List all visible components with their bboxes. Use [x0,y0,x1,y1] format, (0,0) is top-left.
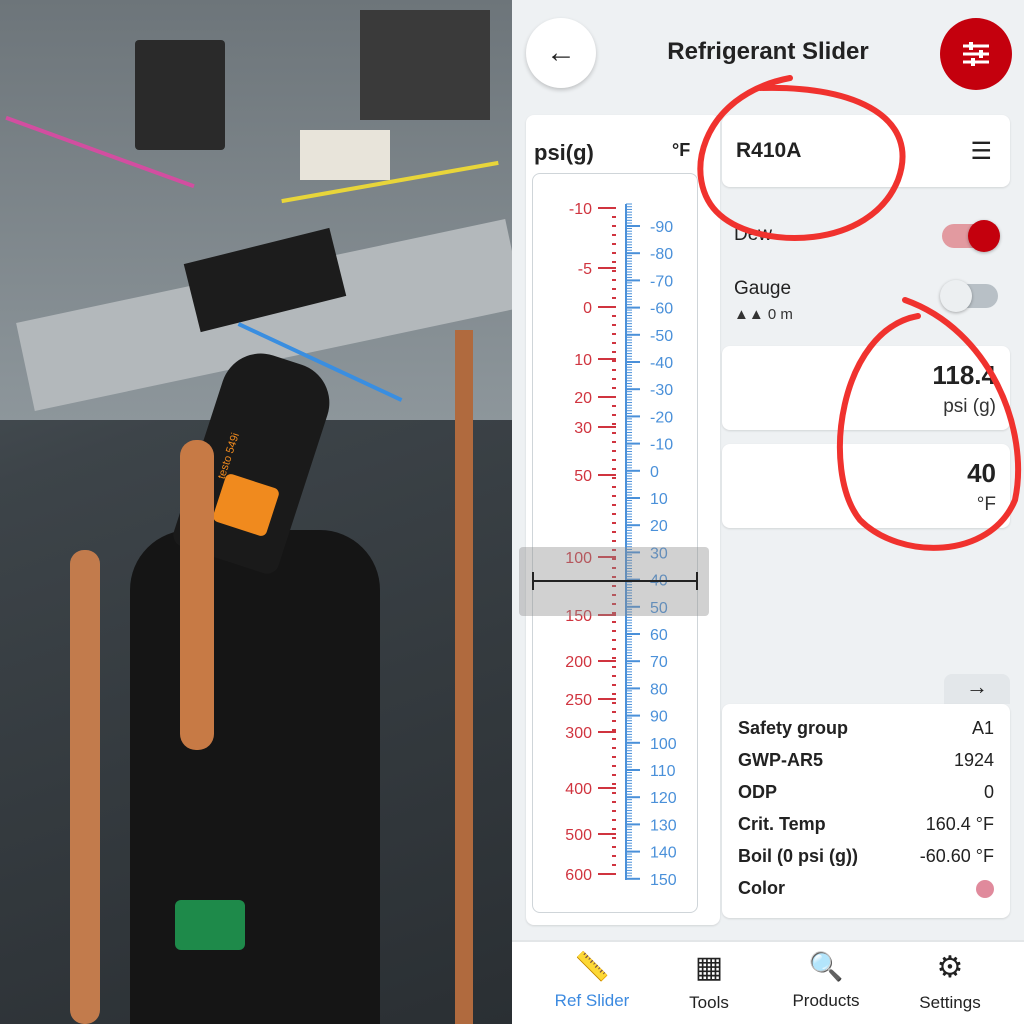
gauge-label: Gauge [734,278,792,299]
sliders-icon [963,42,989,66]
f-tick-label: 10 [650,491,668,508]
gear-icon: ⚙ [936,951,964,984]
dew-label: Dew [734,224,773,245]
nav-tools[interactable]: ▦ Tools [645,950,773,1013]
f-tick-label: 0 [650,464,659,481]
f-tick-label: 100 [650,736,677,753]
psi-tick-label: 400 [565,781,592,798]
expand-button[interactable]: → [944,674,1010,704]
gauge-toggle[interactable] [940,280,998,312]
f-tick-label: -30 [650,382,673,399]
psi-tick-label: 600 [565,867,592,884]
altitude-value: 0 m [767,306,793,323]
info-value: 1924 [953,750,994,770]
nav-ref-slider[interactable]: 📏 Ref Slider [528,950,656,1011]
info-key: Boil (0 psi (g)) [738,846,858,866]
info-row: Boil (0 psi (g)) -60.60 °F [738,846,994,867]
nav-products[interactable]: 🔍 Products [762,950,890,1011]
f-tick-label: 60 [650,627,668,644]
info-key: Color [738,878,785,898]
info-row: Crit. Temp 160.4 °F [738,814,994,835]
psi-tick-label: 20 [574,390,592,407]
f-tick-label: -50 [650,328,673,345]
f-tick-label: -70 [650,273,673,290]
f-tick-label: 150 [650,872,677,889]
f-tick-label: -90 [650,219,673,236]
color-swatch [976,880,994,898]
mountain-icon: ▲▲ [734,306,764,323]
psi-tick-label: 10 [574,352,592,369]
temperature-value: 40 [967,458,996,488]
temperature-unit: °F [976,494,996,515]
info-row: Safety group A1 [738,718,994,739]
f-tick-label: 130 [650,817,677,834]
f-tick-label: 140 [650,845,677,862]
psi-tick-label: 30 [574,420,592,437]
list-icon: ☰ [970,138,992,165]
info-value: 0 [983,782,994,802]
cursor-line [532,580,698,582]
info-value: 160.4 °F [925,814,994,834]
f-tick-label: -20 [650,409,673,426]
psi-tick-label: 500 [565,827,592,844]
scale-svg[interactable]: -90-80-70-60-50-40-30-20-100102030405060… [512,0,732,940]
pressure-unit: psi (g) [943,396,996,417]
pressure-value: 118.4 [932,360,996,390]
info-key: Crit. Temp [738,814,826,834]
app-screen: ← Refrigerant Slider psi(g) °F -90 -80 -70… [512,0,1024,1024]
pressure-card[interactable]: 118.4 psi (g) [722,346,1010,430]
f-tick-label: -60 [650,301,673,318]
psi-tick-label: 0 [583,300,592,317]
psi-tick-label: -10 [569,201,592,218]
nav-settings[interactable]: ⚙ Settings [886,950,1014,1013]
photo-panel: testo 549i [0,0,512,1024]
info-key: Safety group [738,718,849,738]
psi-tick-label: 300 [565,725,592,742]
filter-button[interactable] [940,18,1012,90]
f-tick-label: -40 [650,355,673,372]
f-tick-label: 20 [650,518,668,535]
f-tick-label: 90 [650,709,668,726]
temperature-card[interactable]: 40 °F [722,444,1010,528]
info-card: Safety group A1 GWP-AR5 1924 ODP 0 Crit. Temp 1… [722,704,1010,918]
f-tick-label: 110 [650,763,676,780]
info-row: ODP 0 [738,782,994,803]
psi-tick-label: -5 [578,261,592,278]
f-tick-label: 120 [650,790,677,807]
arrow-right-icon: → [966,674,988,699]
info-value: A1 [971,718,994,738]
psi-tick-label: 250 [565,692,592,709]
psi-tick-label: 200 [565,654,592,671]
f-tick-label: -80 [650,246,673,263]
ruler-hand-icon: 📏 [574,951,610,982]
info-key: GWP-AR5 [738,750,823,770]
psi-tick-label: 50 [574,468,592,485]
search-icon: 🔍 [808,951,844,982]
refrigerant-name: R410A [736,139,802,162]
grid-icon: ▦ [694,951,724,984]
dew-toggle[interactable] [942,220,1000,252]
info-row: GWP-AR5 1924 [738,750,994,771]
f-tick-label: 80 [650,681,668,698]
info-row: Color [738,878,994,899]
info-value: -60.60 °F [919,846,994,866]
refrigerant-select[interactable]: R410A ☰ [722,115,1010,187]
f-tick-label: 70 [650,654,668,671]
info-key: ODP [738,782,778,802]
f-tick-label: -10 [650,437,673,454]
